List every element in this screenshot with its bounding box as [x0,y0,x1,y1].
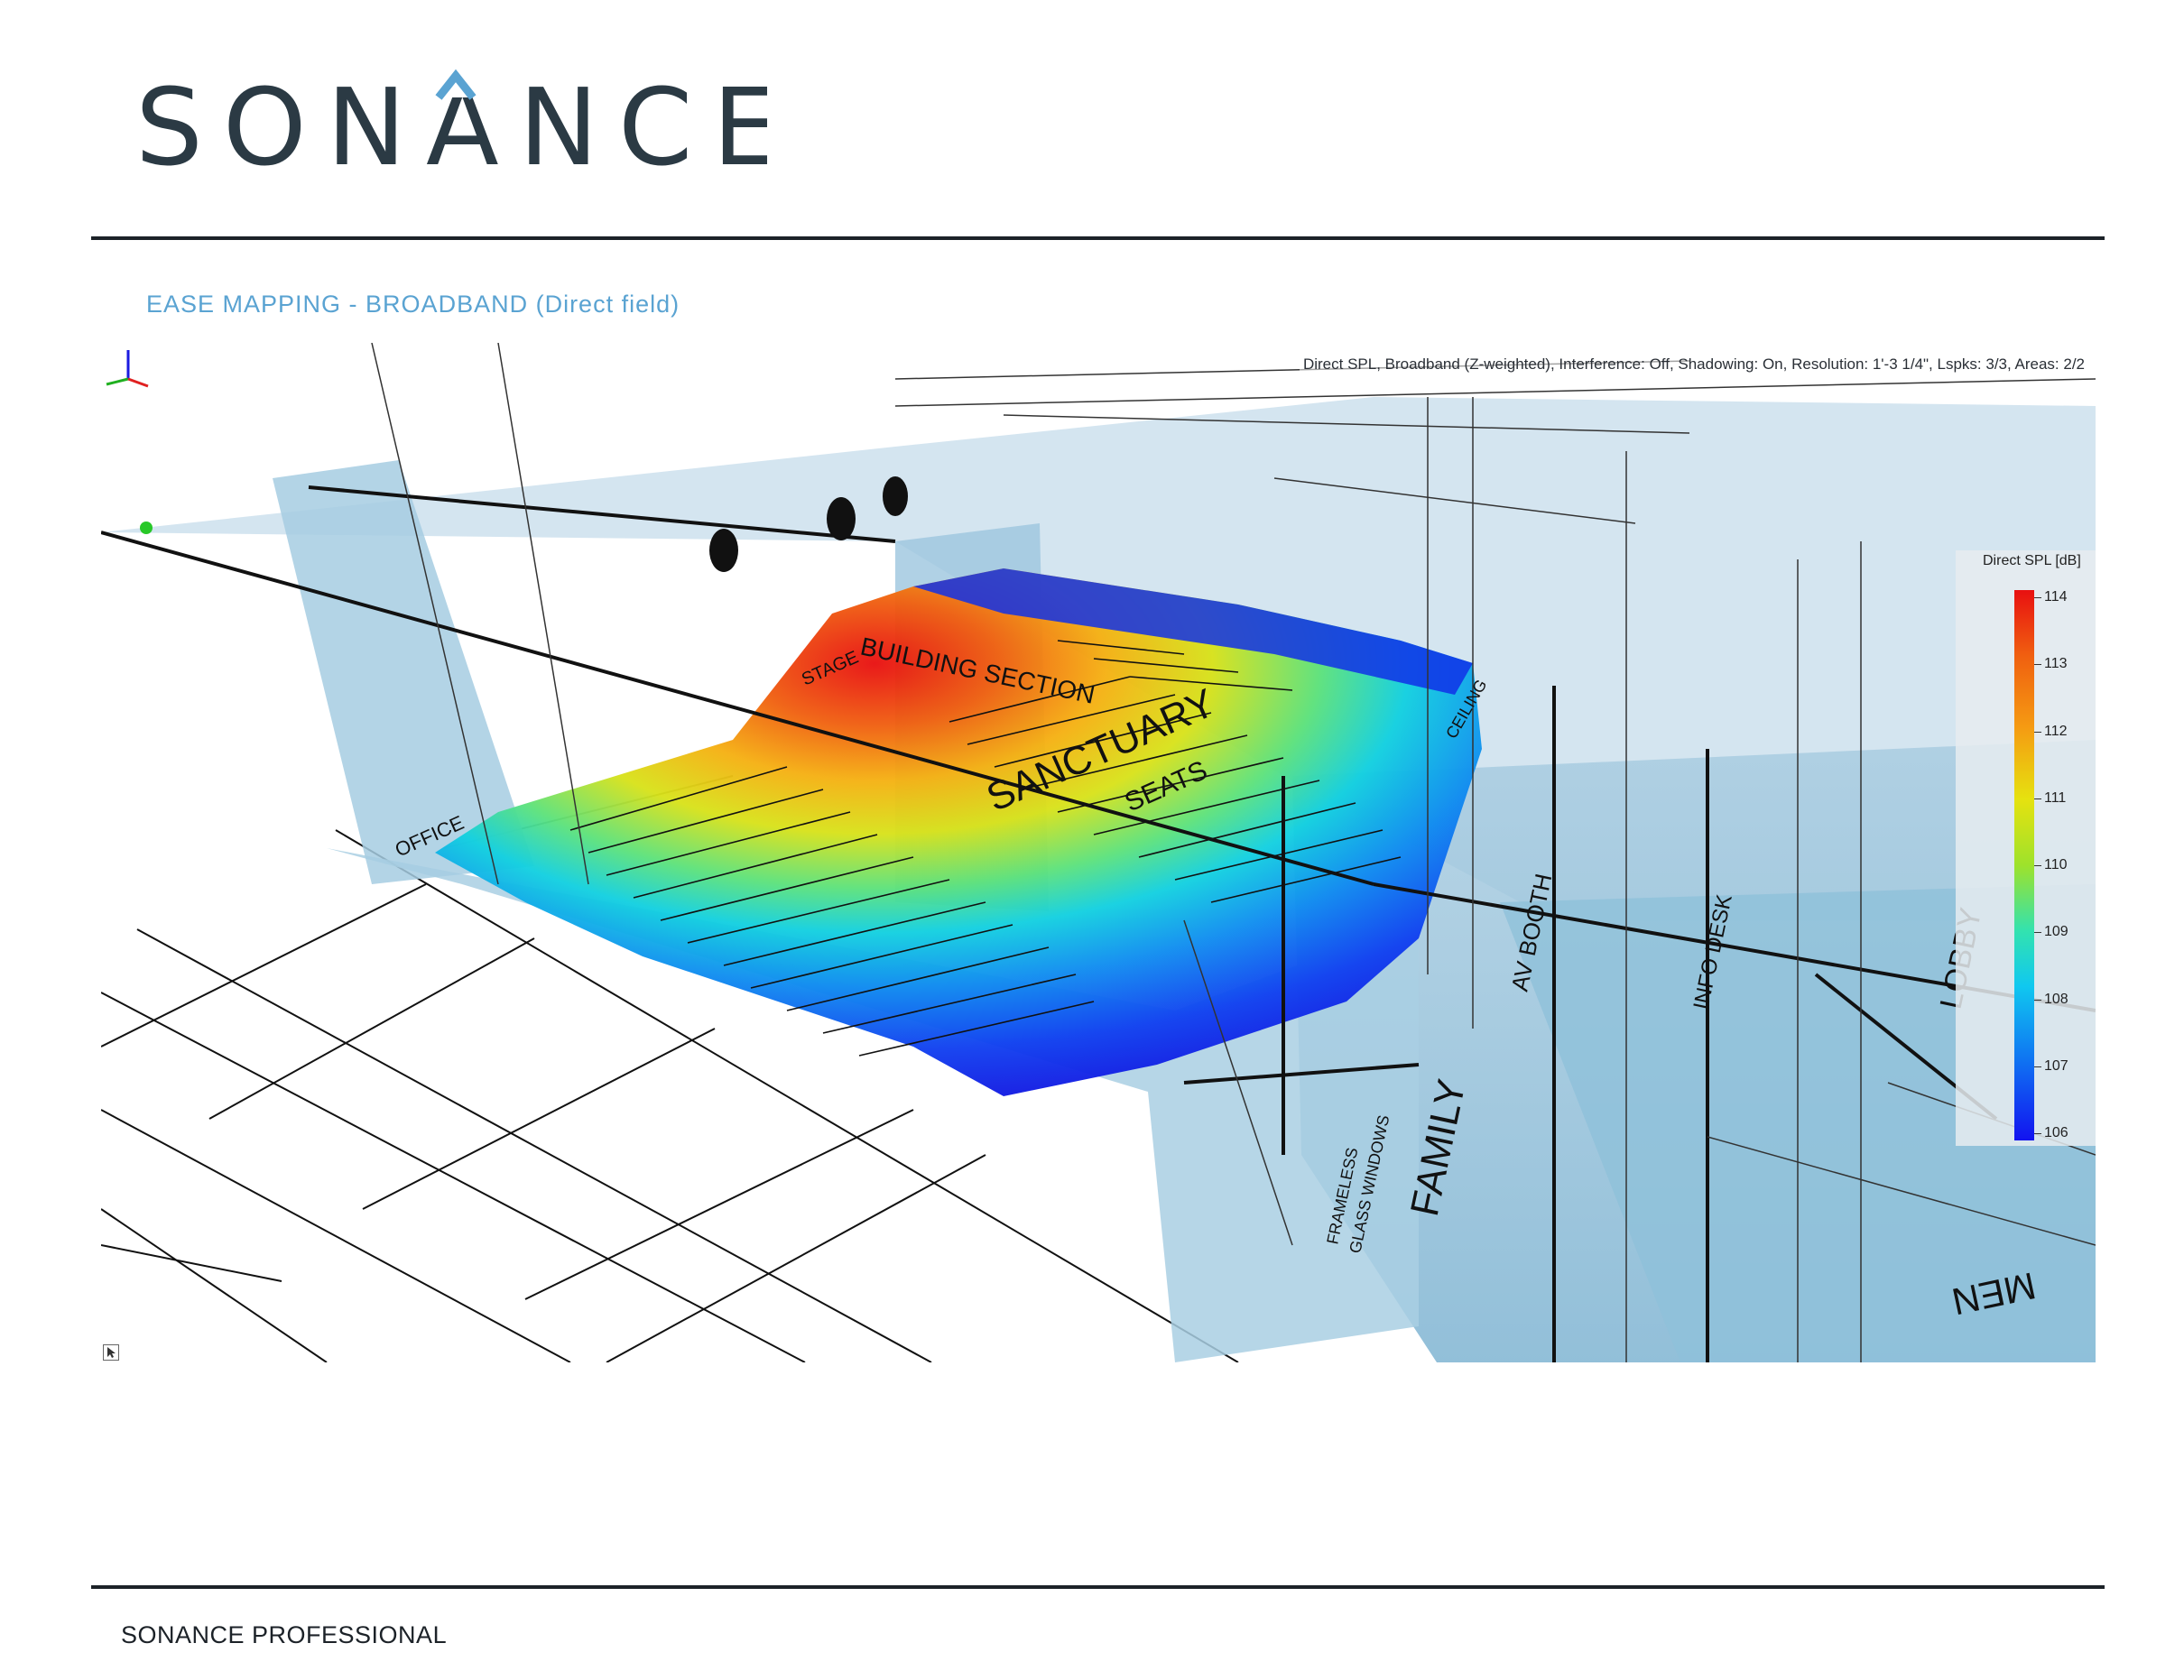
legend-tick [2034,999,2041,1001]
legend-tick [2034,1066,2041,1067]
legend-tick-label: 111 [2044,789,2067,806]
footer-rule [91,1585,2105,1589]
legend-tick-label: 107 [2044,1057,2068,1074]
ease-render: BUILDING SECTION SANCTUARY SEATS OFFICE … [101,343,2096,1362]
legend-tick [2034,664,2041,666]
legend-tick-label: 110 [2044,857,2068,872]
sonance-logo: SONANCE [135,63,780,189]
legend-tick-label: 106 [2044,1125,2068,1140]
legend-tick-label: 109 [2044,924,2068,940]
legend-tick-label: 108 [2044,991,2068,1007]
render-caption: Direct SPL, Broadband (Z-weighted), Inte… [1299,354,2088,375]
speaker-right-icon [883,476,908,516]
header-rule [91,236,2105,240]
legend-tick [2034,932,2041,934]
speaker-left-icon [709,529,738,572]
ease-mapping-figure: BUILDING SECTION SANCTUARY SEATS OFFICE … [101,343,2096,1362]
legend-tick [2034,731,2041,733]
axis-triad-icon [106,350,149,388]
legend-title: Direct SPL [dB] [1983,553,2081,568]
legend-tick [2034,1133,2041,1134]
cursor-tool-icon[interactable] [103,1344,119,1361]
speaker-center-icon [827,497,856,540]
legend-color-bar [2014,590,2034,1140]
legend-tick [2034,865,2041,866]
section-title: EASE MAPPING - BROADBAND (Direct field) [146,291,680,318]
origin-marker-icon [140,522,153,534]
footer-text: SONANCE PROFESSIONAL [121,1621,448,1648]
legend-tick [2034,798,2041,799]
legend-tick-label: 113 [2044,656,2068,672]
sonance-logo-mark: SONANCE [135,65,780,189]
legend-tick-label: 112 [2044,723,2068,739]
spl-legend: Direct SPL [dB] 114 113 112 111 110 109 108 107… [1956,550,2096,1146]
legend-tick-label: 114 [2044,589,2068,605]
legend-tick [2034,597,2041,598]
